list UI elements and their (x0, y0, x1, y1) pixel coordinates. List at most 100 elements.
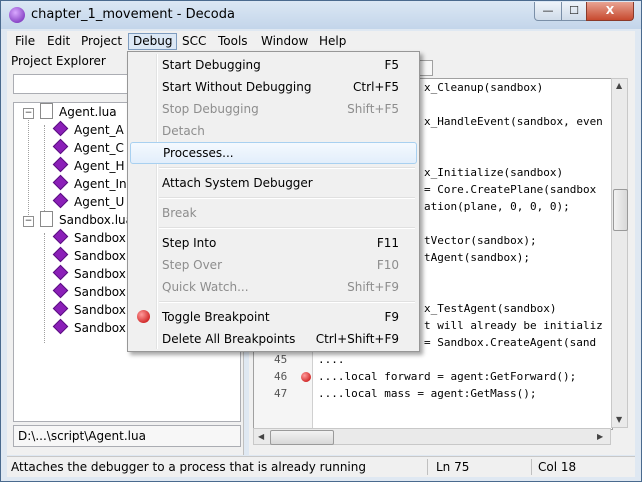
debug-menu-stop-debugging[interactable]: Stop Debugging Shift+F5 (130, 98, 417, 120)
menu-item-label: Break (162, 206, 197, 220)
debug-menu-break[interactable]: Break (130, 202, 417, 224)
code-line[interactable]: t will already be initializ (424, 319, 603, 332)
menu-item-label: Processes... (163, 146, 234, 160)
code-line[interactable]: x_Cleanup(sandbox) (424, 81, 543, 94)
menu-item-label: Delete All Breakpoints (162, 332, 296, 346)
menu-window[interactable]: Window (257, 33, 312, 50)
tree-file-sandbox-lua[interactable]: Sandbox.lua (40, 211, 133, 229)
title-bar: chapter_1_movement - Decoda — ☐ X (1, 1, 641, 29)
menu-item-shortcut: F10 (376, 258, 399, 272)
tree-function-item[interactable]: Sandbox (52, 282, 126, 301)
code-line[interactable]: ....local mass = agent:GetMass(); (318, 387, 537, 400)
status-line: Ln 75 (436, 460, 470, 474)
status-column: Col 18 (538, 460, 577, 474)
close-button[interactable]: X (586, 2, 634, 21)
debug-menu-start-without-debugging[interactable]: Start Without Debugging Ctrl+F5 (130, 76, 417, 98)
function-icon (52, 174, 69, 191)
debug-menu-toggle-breakpoint[interactable]: Toggle Breakpoint F9 (130, 306, 417, 328)
scroll-up-arrow-icon[interactable]: ▲ (616, 81, 622, 90)
status-message: Attaches the debugger to a process that … (11, 460, 366, 474)
menu-item-shortcut: Ctrl+F5 (353, 80, 399, 94)
tree-function-item[interactable]: Agent_In (52, 174, 127, 193)
tree-function-item[interactable]: Agent_A (52, 120, 124, 139)
menu-item-shortcut: F9 (384, 310, 399, 324)
debug-menu-attach-system-debugger[interactable]: Attach System Debugger (130, 172, 417, 194)
menu-separator (159, 197, 415, 199)
tree-function-item[interactable]: Agent_H (52, 156, 125, 175)
tab-scroll-button[interactable] (419, 60, 433, 76)
menu-item-shortcut: F11 (376, 236, 399, 250)
debug-menu-start-debugging[interactable]: Start Debugging F5 (130, 54, 417, 76)
horizontal-scroll-thumb[interactable] (270, 430, 334, 445)
line-number: 46 (274, 370, 288, 383)
breakpoint-icon[interactable] (301, 372, 311, 382)
code-line[interactable]: ....local forward = agent:GetForward(); (318, 370, 576, 383)
menu-separator (159, 301, 415, 303)
current-file-path: D:\...\script\Agent.lua (13, 425, 241, 447)
tree-function-item[interactable]: Sandbox (52, 318, 126, 337)
function-icon (52, 138, 69, 155)
code-line[interactable]: x_TestAgent(sandbox) (424, 302, 556, 315)
tree-function-item[interactable]: Agent_C (52, 138, 124, 157)
menu-separator (159, 167, 415, 169)
tree-function-item[interactable]: Sandbox (52, 300, 126, 319)
status-bar: Attaches the debugger to a process that … (7, 456, 635, 477)
lua-file-icon (40, 211, 53, 227)
menu-help[interactable]: Help (315, 33, 350, 50)
tree-function-item[interactable]: Sandbox (52, 246, 126, 265)
menu-separator (159, 227, 415, 229)
debug-menu-step-over[interactable]: Step Over F10 (130, 254, 417, 276)
menu-scc[interactable]: SCC (178, 33, 210, 50)
function-icon (52, 120, 69, 137)
code-line[interactable]: ation(plane, 0, 0, 0); (424, 200, 570, 213)
vertical-scroll-thumb[interactable] (613, 189, 628, 231)
menu-debug[interactable]: Debug (128, 33, 178, 50)
collapse-sandbox-lua[interactable]: − (23, 216, 34, 227)
menu-file[interactable]: File (11, 33, 39, 50)
menu-item-shortcut: F5 (384, 58, 399, 72)
decoda-app-icon (9, 7, 25, 23)
debug-menu-processes[interactable]: Processes... (130, 142, 417, 164)
maximize-button[interactable]: ☐ (561, 2, 587, 21)
debug-menu-quick-watch[interactable]: Quick Watch... Shift+F9 (130, 276, 417, 298)
menu-item-shortcut: Shift+F9 (347, 280, 399, 294)
scroll-down-arrow-icon[interactable]: ▼ (616, 415, 622, 424)
tree-file-agent-lua[interactable]: Agent.lua (40, 103, 117, 121)
debug-menu-step-into[interactable]: Step Into F11 (130, 232, 417, 254)
code-line[interactable]: x_HandleEvent(sandbox, even (424, 115, 603, 128)
menu-edit[interactable]: Edit (43, 33, 74, 50)
function-icon (52, 282, 69, 299)
code-line[interactable]: tVector(sandbox); (424, 234, 537, 247)
tree-function-item[interactable]: Sandbox (52, 264, 126, 283)
menu-item-label: Step Over (162, 258, 222, 272)
scroll-left-arrow-icon[interactable]: ◀ (258, 432, 264, 441)
function-icon (52, 246, 69, 263)
menu-bar: File Edit Project Debug SCC Tools Window… (7, 31, 635, 52)
code-line[interactable]: tAgent(sandbox); (424, 251, 530, 264)
menu-item-label: Quick Watch... (162, 280, 249, 294)
menu-item-label: Attach System Debugger (162, 176, 313, 190)
tree-function-item[interactable]: Agent_U (52, 192, 124, 211)
code-line[interactable]: x_Initialize(sandbox) (424, 166, 563, 179)
editor-horizontal-scrollbar[interactable]: ◀ ▶ (253, 428, 611, 445)
code-line[interactable]: .... (318, 353, 345, 366)
menu-item-label: Start Debugging (162, 58, 261, 72)
debug-menu-delete-all-breakpoints[interactable]: Delete All Breakpoints Ctrl+Shift+F9 (130, 328, 417, 350)
menu-tools[interactable]: Tools (214, 33, 252, 50)
window-title: chapter_1_movement - Decoda (31, 7, 235, 22)
function-icon (52, 228, 69, 245)
function-icon (52, 264, 69, 281)
line-number: 47 (274, 387, 288, 400)
menu-project[interactable]: Project (77, 33, 126, 50)
code-line[interactable]: = Core.CreatePlane(sandbox (424, 183, 596, 196)
line-number: 45 (274, 353, 288, 366)
scroll-right-arrow-icon[interactable]: ▶ (597, 432, 603, 441)
tree-function-item[interactable]: Sandbox (52, 228, 126, 247)
collapse-agent-lua[interactable]: − (23, 108, 34, 119)
debug-menu-detach[interactable]: Detach (130, 120, 417, 142)
menu-item-label: Start Without Debugging (162, 80, 312, 94)
editor-vertical-scrollbar[interactable]: ▲ ▼ (611, 78, 628, 428)
app-window: chapter_1_movement - Decoda — ☐ X File E… (0, 0, 642, 482)
minimize-button[interactable]: — (534, 2, 562, 21)
menu-item-label: Toggle Breakpoint (162, 310, 270, 324)
